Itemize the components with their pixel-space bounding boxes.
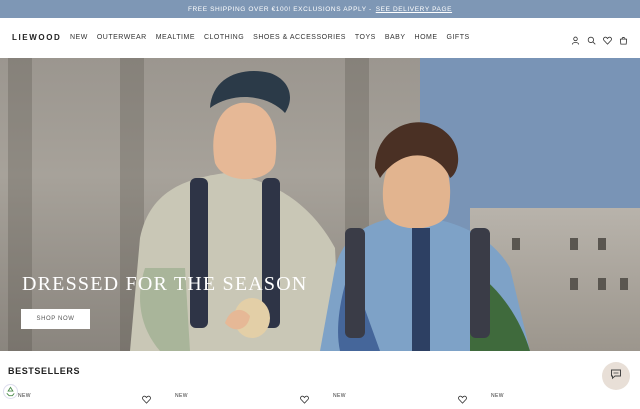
nav-item-new[interactable]: NEW — [70, 34, 88, 41]
product-row: NEW NEW NEW NEW — [0, 390, 640, 404]
hero-child-right — [320, 122, 530, 351]
nav-item-home[interactable]: HOME — [415, 34, 438, 41]
nav-item-outerwear[interactable]: OUTERWEAR — [97, 34, 147, 41]
promo-bar: FREE SHIPPING OVER €100! EXCLUSIONS APPL… — [0, 0, 640, 18]
user-icon[interactable] — [571, 32, 580, 45]
delivery-page-link[interactable]: SEE DELIVERY PAGE — [376, 6, 452, 13]
product-badge: NEW — [18, 393, 31, 399]
product-badge: NEW — [175, 393, 188, 399]
cart-icon[interactable] — [619, 32, 628, 45]
nav-item-baby[interactable]: BABY — [385, 34, 406, 41]
main-nav: NEW OUTERWEAR MEALTIME CLOTHING SHOES & … — [70, 34, 479, 41]
nav-item-clothing[interactable]: CLOTHING — [204, 34, 244, 41]
chat-button[interactable] — [602, 362, 630, 390]
wishlist-heart-icon[interactable] — [142, 391, 151, 404]
hero-child-left — [130, 71, 340, 351]
hero-title: DRESSED FOR THE SEASON — [22, 273, 308, 295]
hero-banner[interactable]: DRESSED FOR THE SEASON SHOP NOW — [0, 58, 640, 351]
nav-item-shoes-accessories[interactable]: SHOES & ACCESSORIES — [253, 34, 346, 41]
hero-column — [8, 58, 32, 351]
nav-item-gifts[interactable]: GIFTS — [447, 34, 470, 41]
bestsellers-heading: BESTSELLERS — [8, 366, 81, 376]
promo-text: FREE SHIPPING OVER €100! EXCLUSIONS APPL… — [187, 5, 372, 13]
chat-icon — [610, 367, 622, 385]
product-badge: NEW — [333, 393, 346, 399]
site-header: LIEWOOD NEW OUTERWEAR MEALTIME CLOTHING … — [0, 18, 640, 58]
header-actions — [571, 32, 628, 45]
nav-item-mealtime[interactable]: MEALTIME — [156, 34, 195, 41]
search-icon[interactable] — [587, 32, 596, 45]
product-badge: NEW — [491, 393, 504, 399]
shop-now-button[interactable]: SHOP NOW — [21, 309, 90, 329]
wishlist-heart-icon[interactable] — [458, 391, 467, 404]
wishlist-heart-icon[interactable] — [300, 391, 309, 404]
recycle-badge-icon — [3, 384, 18, 399]
brand-logo[interactable]: LIEWOOD — [12, 33, 61, 42]
nav-item-toys[interactable]: TOYS — [355, 34, 376, 41]
heart-icon[interactable] — [603, 32, 612, 45]
